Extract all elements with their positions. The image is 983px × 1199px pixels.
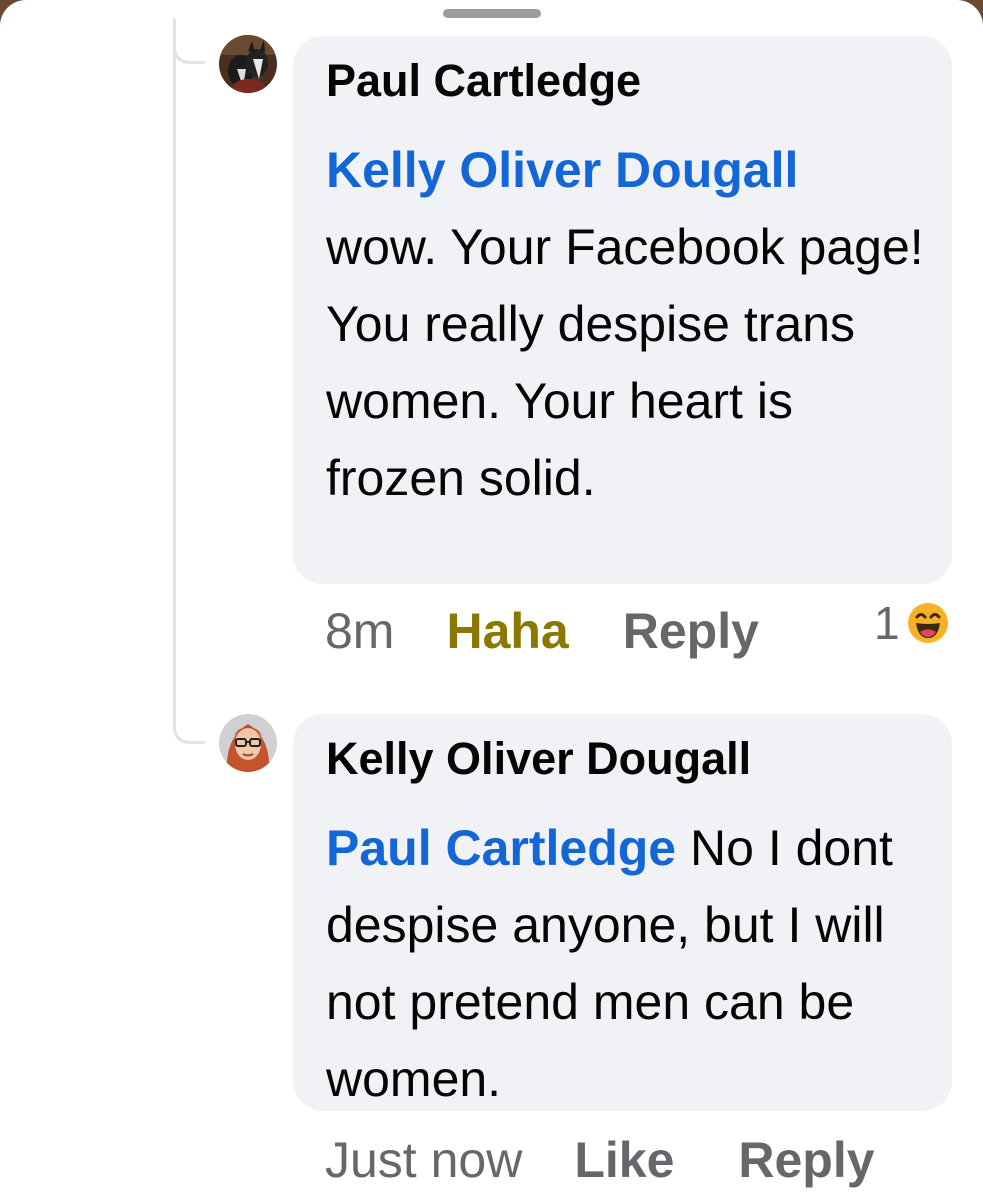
reaction-summary[interactable]: 1 (874, 596, 950, 650)
comment-text: Kelly Oliver Dougall wow. Your Facebook … (326, 132, 928, 517)
comment-author[interactable]: Kelly Oliver Dougall (326, 734, 928, 784)
reply-button[interactable]: Reply (623, 602, 759, 660)
comment-body: wow. Your Facebook page! You really desp… (326, 219, 924, 506)
avatar[interactable] (219, 714, 277, 772)
comment-timestamp[interactable]: 8m (325, 602, 394, 660)
mention-link[interactable]: Kelly Oliver Dougall (326, 142, 798, 198)
comment-actions: 8m Haha Reply (325, 601, 823, 661)
avatar-dogs-photo (219, 35, 277, 93)
reaction-count: 1 (874, 597, 900, 649)
avatar-profile-photo (219, 714, 277, 772)
comment-bubble[interactable]: Paul Cartledge Kelly Oliver Dougall wow.… (293, 36, 952, 584)
thread-connector (173, 36, 205, 64)
laughing-emoji-icon (907, 603, 948, 643)
reply-button[interactable]: Reply (738, 1131, 874, 1189)
comments-sheet: Paul Cartledge Kelly Oliver Dougall wow.… (0, 0, 983, 1199)
haha-reaction-button[interactable]: Haha (446, 602, 568, 660)
comment-bubble[interactable]: Kelly Oliver Dougall Paul Cartledge No I… (293, 714, 952, 1111)
avatar[interactable] (219, 35, 277, 93)
comment-actions: Just now Like Reply (325, 1130, 939, 1190)
thread-connector (173, 716, 205, 744)
comment-author[interactable]: Paul Cartledge (326, 56, 928, 106)
comment-text: Paul Cartledge No I dont despise anyone,… (326, 810, 928, 1118)
mention-link[interactable]: Paul Cartledge (326, 820, 676, 876)
thread-line (173, 18, 176, 718)
like-button[interactable]: Like (574, 1131, 674, 1189)
sheet-drag-handle[interactable] (443, 9, 541, 18)
comment-timestamp[interactable]: Just now (325, 1131, 522, 1189)
